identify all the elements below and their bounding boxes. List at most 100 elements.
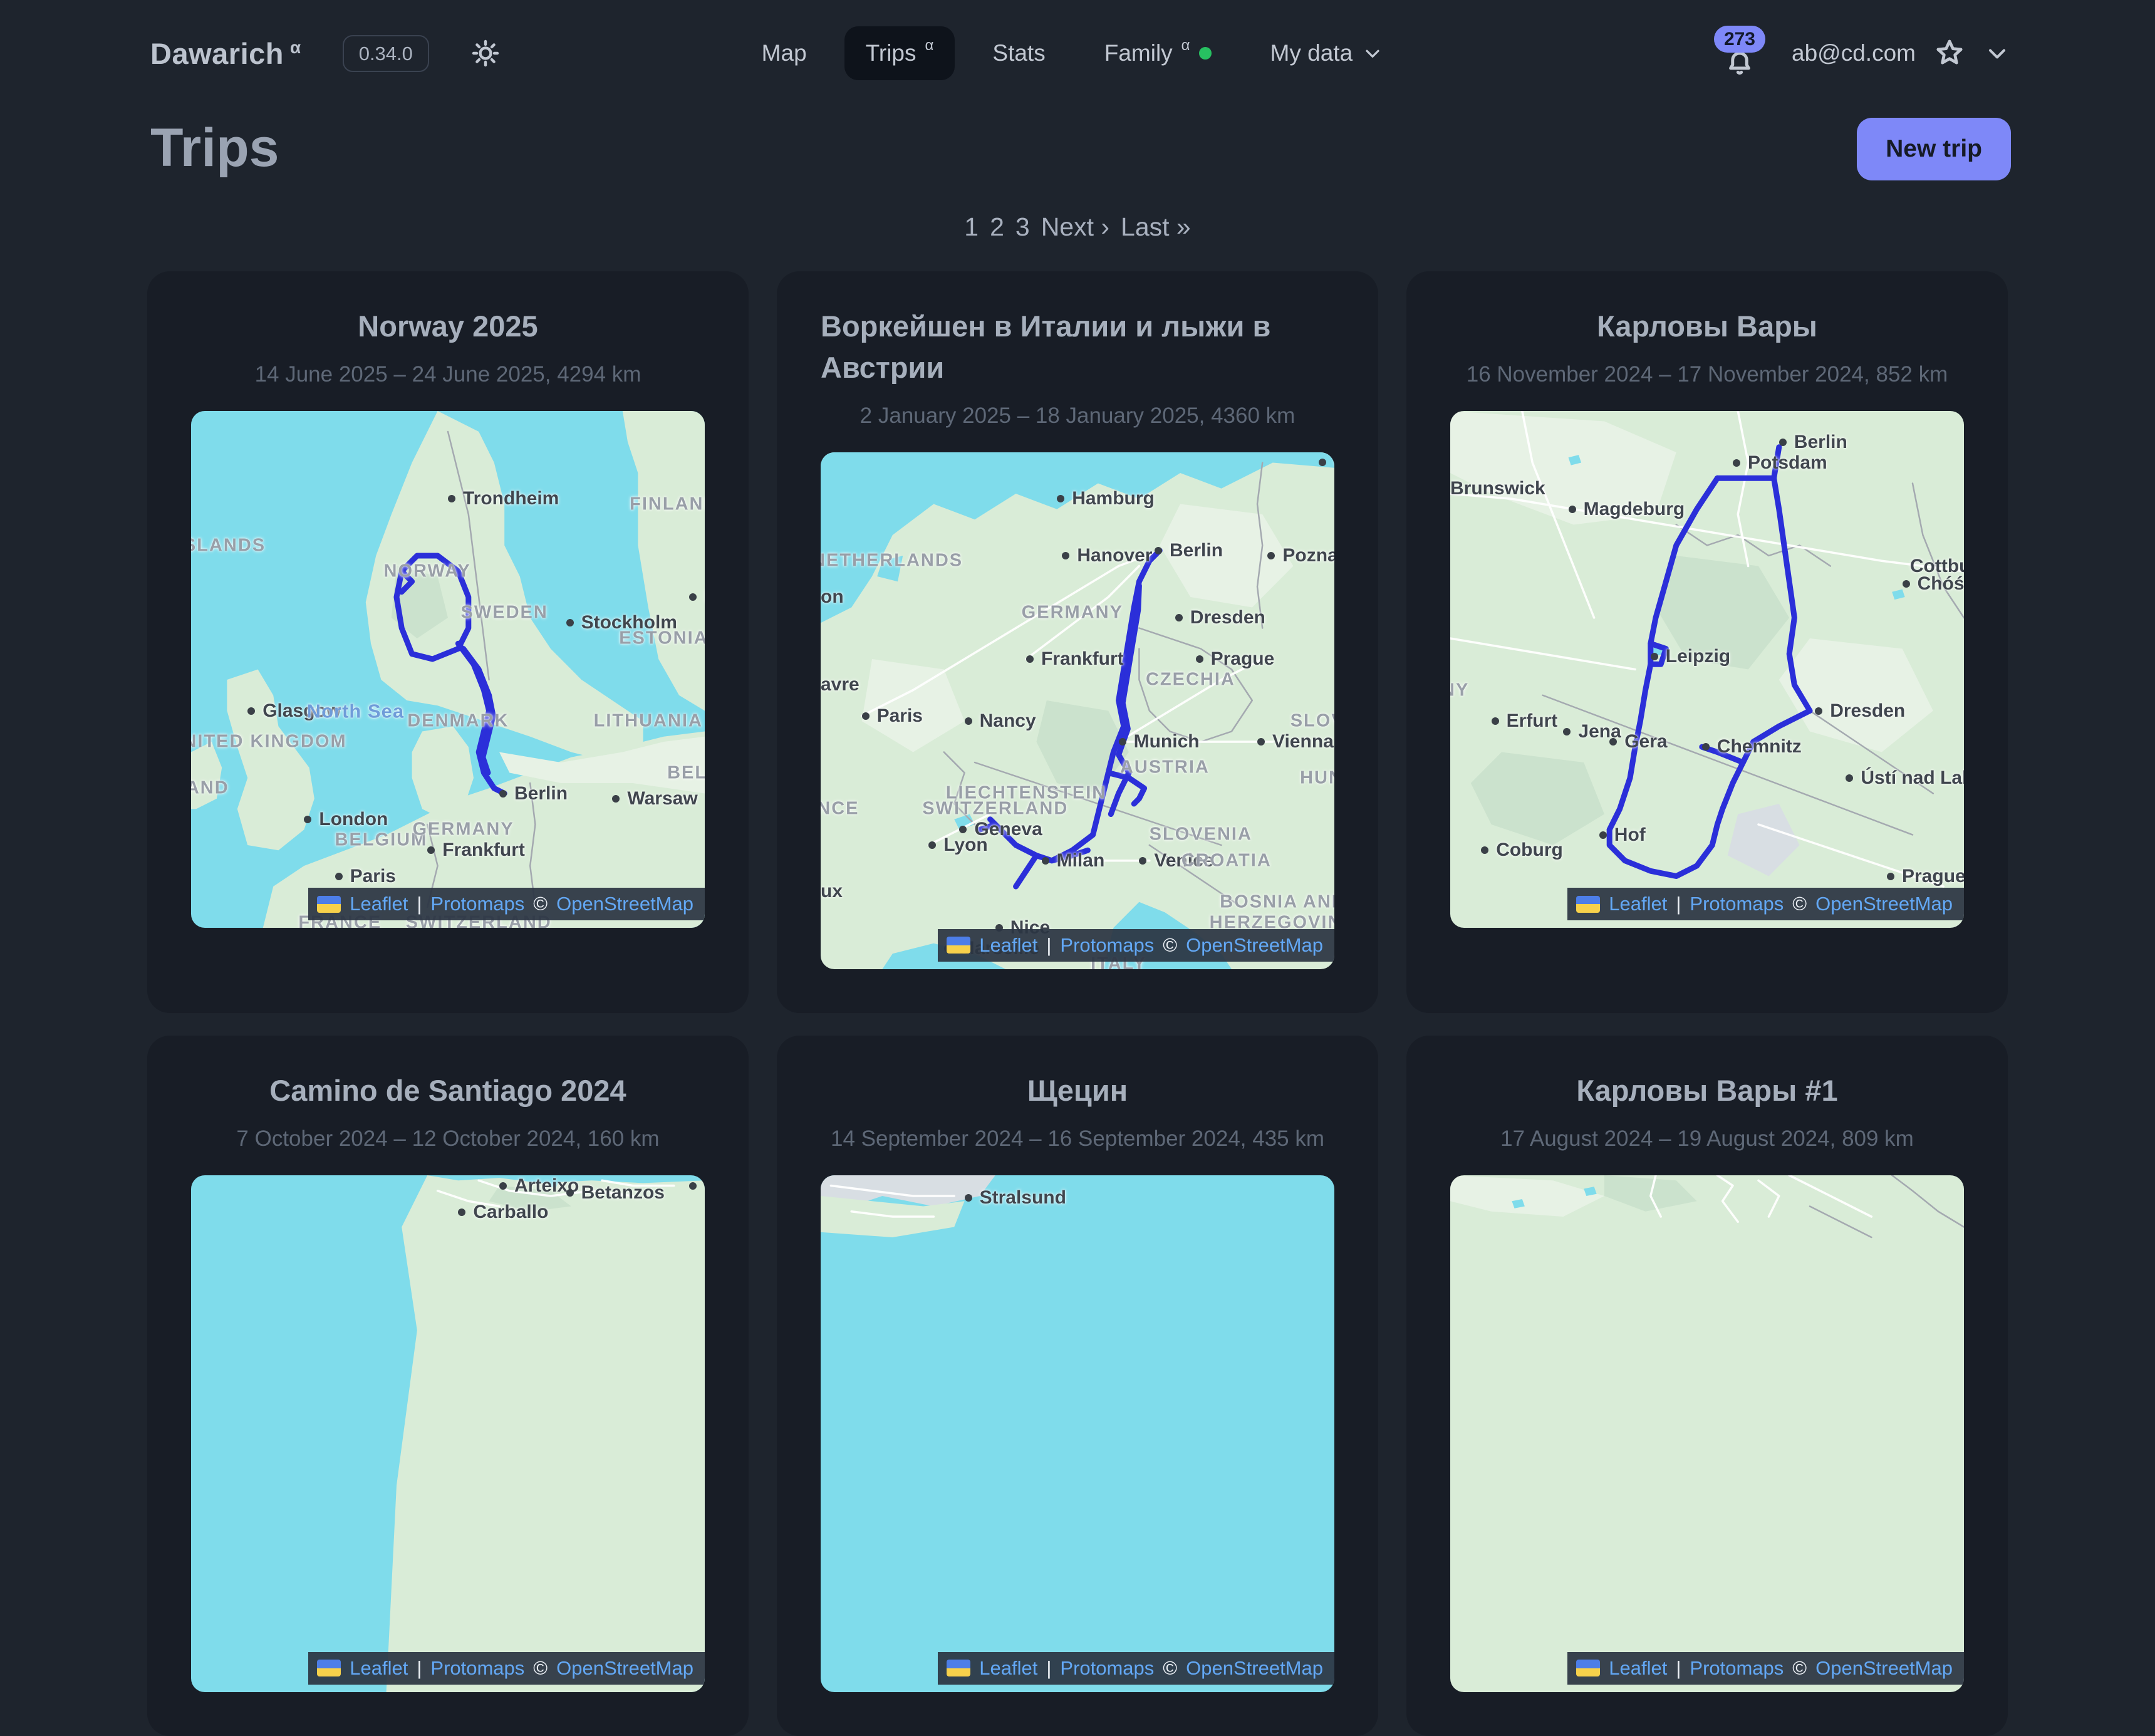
openstreetmap-link[interactable]: OpenStreetMap xyxy=(1186,934,1323,957)
city-dot xyxy=(1057,495,1064,502)
map-label-text: Potsdam xyxy=(1748,454,1827,472)
openstreetmap-link[interactable]: OpenStreetMap xyxy=(556,893,693,915)
openstreetmap-link[interactable]: OpenStreetMap xyxy=(1186,1657,1323,1680)
trip-title[interactable]: Щецин xyxy=(821,1070,1334,1111)
pagination-link[interactable]: Next › xyxy=(1041,212,1109,241)
map-city-label: London xyxy=(304,810,388,829)
map-city-label: Nancy xyxy=(965,712,1036,730)
city-dot xyxy=(427,846,435,854)
map-label-text: E ISLANDS xyxy=(191,536,266,554)
leaflet-link[interactable]: Leaflet xyxy=(350,1657,408,1680)
leaflet-link[interactable]: Leaflet xyxy=(979,1657,1037,1680)
city-dot xyxy=(1599,831,1607,839)
version-badge: 0.34.0 xyxy=(343,35,429,72)
pagination-link[interactable]: 1 xyxy=(964,212,979,241)
trip-title[interactable]: Карловы Вары xyxy=(1450,306,1964,347)
user-menu-chevron-down-icon[interactable] xyxy=(1983,39,2011,67)
map-label-text: CROATIA xyxy=(1181,851,1272,870)
map-label-text: Ústí nad Labem xyxy=(1861,769,1964,787)
map-country-label: LAND xyxy=(191,779,229,798)
map-label-text: Paris xyxy=(350,867,396,886)
city-dot xyxy=(928,841,936,849)
map-label-text: Frankfurt xyxy=(442,841,525,860)
app-logo[interactable]: Dawarichα xyxy=(150,36,301,71)
openstreetmap-link[interactable]: OpenStreetMap xyxy=(1815,1657,1953,1680)
new-trip-button[interactable]: New trip xyxy=(1857,118,2011,180)
map-label-text: Vienna xyxy=(1272,732,1334,751)
leaflet-link[interactable]: Leaflet xyxy=(350,893,408,915)
nav-item-trips[interactable]: Tripsα xyxy=(844,26,955,80)
protomaps-link[interactable]: Protomaps xyxy=(1690,1657,1784,1680)
trip-title[interactable]: Воркейшен в Италии и лыжи в Австрии xyxy=(821,306,1334,388)
trip-map[interactable]: StralsundLeaflet|Protomaps©OpenStreetMap xyxy=(821,1175,1334,1692)
protomaps-link[interactable]: Protomaps xyxy=(1690,893,1784,915)
map-country-label: BOSNIA AND xyxy=(1220,893,1334,911)
openstreetmap-link[interactable]: OpenStreetMap xyxy=(1815,893,1953,915)
trip-title[interactable]: Norway 2025 xyxy=(191,306,705,347)
nav-item-map[interactable]: Map xyxy=(740,26,828,80)
nav-item-stats[interactable]: Stats xyxy=(971,26,1066,80)
pagination-link[interactable]: Last » xyxy=(1121,212,1191,241)
map-label-text: NORWAY xyxy=(384,562,471,580)
leaflet-link[interactable]: Leaflet xyxy=(1609,893,1667,915)
map-country-label: GERMANY xyxy=(1022,603,1123,621)
protomaps-link[interactable]: Protomaps xyxy=(430,893,524,915)
trip-title[interactable]: Карловы Вары #1 xyxy=(1450,1070,1964,1111)
map-label-text: CZECHIA xyxy=(1146,670,1235,689)
trip-map[interactable]: GdHamburgNETHERLANDSHanoverBerlinPoznano… xyxy=(821,452,1334,969)
pagination-link[interactable]: 2 xyxy=(990,212,1004,241)
openstreetmap-link[interactable]: OpenStreetMap xyxy=(556,1657,693,1680)
city-dot xyxy=(689,1182,697,1190)
notifications-button[interactable]: 273 xyxy=(1714,26,1765,81)
star-icon[interactable] xyxy=(1933,37,1966,70)
user-email: ab@cd.com xyxy=(1792,40,1916,66)
city-dot xyxy=(566,1189,574,1197)
map-label-text: BELA xyxy=(667,764,705,782)
city-dot xyxy=(1569,506,1576,513)
map-label-text: Berlin xyxy=(514,784,568,803)
city-dot xyxy=(1846,774,1853,782)
city-dot xyxy=(1042,857,1049,865)
map-label-text: AUSTRIA xyxy=(1120,759,1210,777)
notification-count-badge: 273 xyxy=(1714,26,1765,53)
protomaps-link[interactable]: Protomaps xyxy=(1060,934,1154,957)
map-label-text: GERMANY xyxy=(412,821,514,839)
protomaps-link[interactable]: Protomaps xyxy=(430,1657,524,1680)
map-label-text: SLOVENIA xyxy=(1150,826,1252,844)
city-dot xyxy=(448,495,455,502)
pagination-link[interactable]: 3 xyxy=(1015,212,1030,241)
trip-title[interactable]: Camino de Santiago 2024 xyxy=(191,1070,705,1111)
map-label-text: DENMARK xyxy=(407,712,509,730)
city-dot xyxy=(1257,738,1265,746)
attribution-separator: | xyxy=(417,1657,422,1680)
nav-item-label: My data xyxy=(1270,40,1353,66)
theme-toggle-sun-icon[interactable] xyxy=(470,38,501,68)
trip-card: Воркейшен в Италии и лыжи в Австрии 2 Ja… xyxy=(777,271,1378,1013)
map-city-label: Chemnitz xyxy=(1702,737,1802,756)
trip-dates: 16 November 2024 – 17 November 2024, 852… xyxy=(1450,362,1964,387)
pagination: 123 Next › Last » xyxy=(0,212,2155,242)
trip-map[interactable]: E ISLANDSFINLANDTrondheimNORWAYHelsinSWE… xyxy=(191,411,705,928)
leaflet-link[interactable]: Leaflet xyxy=(1609,1657,1667,1680)
city-dot xyxy=(499,790,507,798)
protomaps-link[interactable]: Protomaps xyxy=(1060,1657,1154,1680)
leaflet-link[interactable]: Leaflet xyxy=(979,934,1037,957)
navbar-right: 273 ab@cd.com xyxy=(1714,26,2011,81)
nav-item-my-data[interactable]: My data xyxy=(1249,26,1406,80)
map-country-label: LITHUANIA xyxy=(594,712,703,730)
trip-map[interactable]: ArteixoBetanzosVilaCarballoLeaflet|Proto… xyxy=(191,1175,705,1692)
map-city-label: Warsaw xyxy=(612,789,697,808)
map-city-label: Berlin xyxy=(1155,541,1223,560)
trip-map[interactable]: Leaflet|Protomaps©OpenStreetMap xyxy=(1450,1175,1964,1692)
trip-map[interactable]: BerlinPotsdamBrunswickMagdeburgCottbus -… xyxy=(1450,411,1964,928)
map-city-label: Paris xyxy=(862,707,923,725)
map-attribution: Leaflet|Protomaps©OpenStreetMap xyxy=(938,1652,1334,1685)
city-dot xyxy=(1139,857,1146,865)
map-attribution: Leaflet|Protomaps©OpenStreetMap xyxy=(308,888,705,920)
map-city-label: Chóśebuz xyxy=(1903,574,1964,593)
map-city-label: Hamburg xyxy=(1057,489,1155,508)
nav-item-family[interactable]: Familyα xyxy=(1083,26,1233,80)
map-city-label: avre xyxy=(821,675,859,694)
city-dot xyxy=(1815,707,1822,715)
map-city-label: Helsin xyxy=(689,588,705,606)
